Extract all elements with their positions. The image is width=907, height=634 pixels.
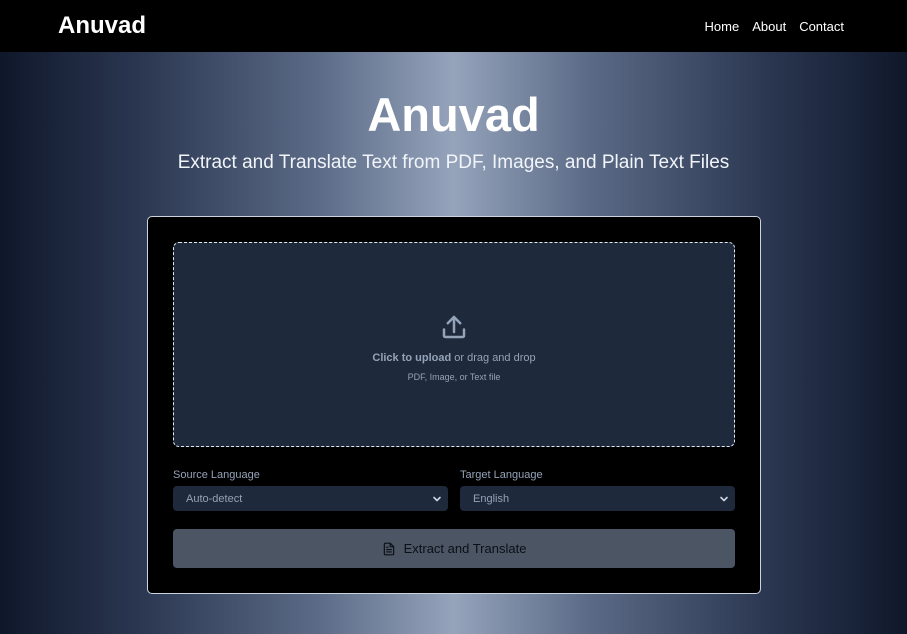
brand-logo[interactable]: Anuvad	[58, 12, 146, 40]
upload-hint: PDF, Image, or Text file	[407, 371, 501, 382]
nav-link-home[interactable]: Home	[705, 19, 740, 34]
target-language-label: Target Language	[460, 469, 543, 481]
extract-translate-label: Extract and Translate	[403, 541, 527, 556]
hero-title: Anuvad	[367, 88, 540, 141]
extract-translate-button[interactable]: Extract and Translate	[173, 529, 735, 568]
upload-instruction: Click to upload or drag and drop	[372, 351, 535, 365]
file-dropzone[interactable]: Click to upload or drag and drop PDF, Im…	[173, 242, 735, 447]
source-language-value: Auto-detect	[186, 492, 243, 505]
document-icon	[383, 542, 394, 555]
click-to-upload-text[interactable]: Click to upload	[372, 352, 451, 364]
chevron-down-icon	[720, 496, 728, 501]
nav-links: Home About Contact	[705, 19, 844, 34]
nav-link-contact[interactable]: Contact	[799, 19, 844, 34]
hero-subtitle: Extract and Translate Text from PDF, Ima…	[177, 152, 730, 173]
drag-drop-text: or drag and drop	[454, 351, 536, 364]
translate-card: Click to upload or drag and drop PDF, Im…	[147, 216, 761, 594]
source-language-select[interactable]: Auto-detect	[173, 486, 448, 511]
chevron-down-icon	[433, 496, 441, 501]
hero: Anuvad Extract and Translate Text from P…	[0, 52, 907, 175]
target-language-value: English	[473, 492, 510, 505]
source-language-label: Source Language	[173, 469, 260, 481]
target-language-group: Target Language English	[460, 468, 735, 511]
target-language-select[interactable]: English	[460, 486, 735, 511]
upload-icon	[442, 315, 466, 338]
nav-link-about[interactable]: About	[752, 19, 786, 34]
source-language-group: Source Language Auto-detect	[173, 468, 448, 511]
navbar: Anuvad Home About Contact	[0, 0, 907, 52]
